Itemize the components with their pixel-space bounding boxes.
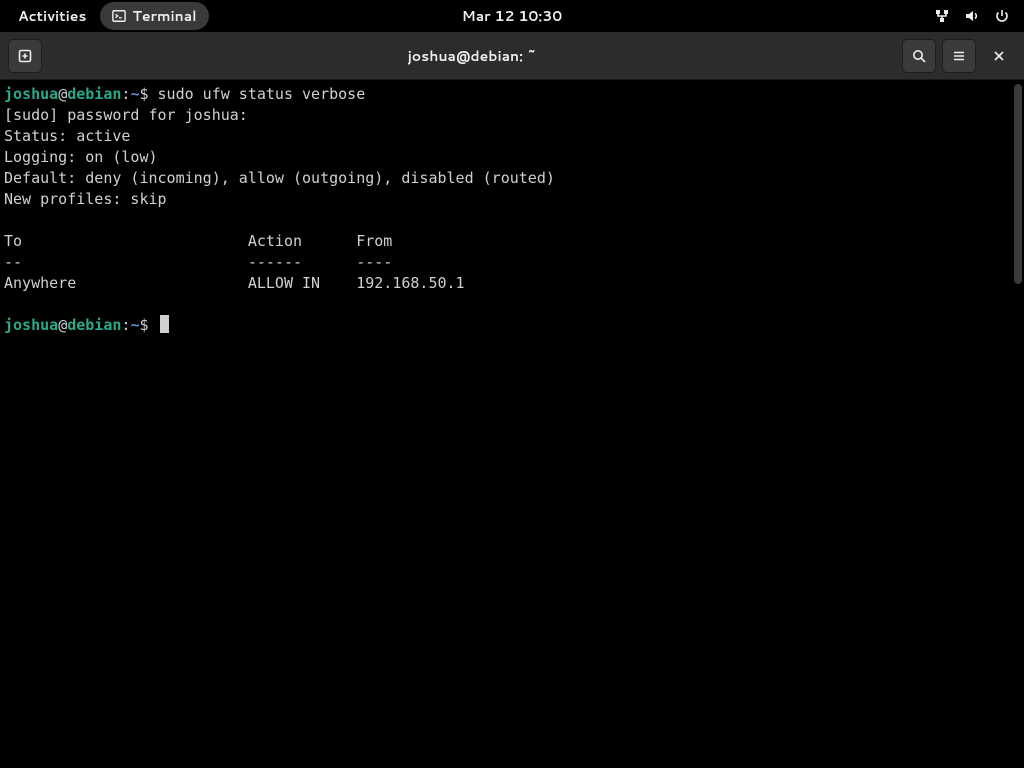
- terminal-window: joshua@debian: ~ joshua@debian:~$ sudo u…: [0, 32, 1024, 768]
- window-titlebar: joshua@debian: ~: [0, 32, 1024, 80]
- app-menu-label: Terminal: [132, 6, 196, 26]
- prompt-user: joshua: [4, 316, 58, 334]
- terminal-output[interactable]: joshua@debian:~$ sudo ufw status verbose…: [0, 80, 1024, 340]
- output-line: Status: active: [4, 127, 130, 145]
- clock-button[interactable]: Mar 12 10:30: [462, 6, 563, 26]
- search-button[interactable]: [902, 39, 936, 73]
- output-line: Default: deny (incoming), allow (outgoin…: [4, 169, 555, 187]
- scrollbar-thumb[interactable]: [1014, 84, 1022, 284]
- hamburger-menu-button[interactable]: [942, 39, 976, 73]
- output-line: New profiles: skip: [4, 190, 167, 208]
- close-window-button[interactable]: [982, 39, 1016, 73]
- activities-button[interactable]: Activities: [8, 2, 96, 30]
- system-status-area[interactable]: [934, 8, 1016, 24]
- output-line: -- ------ ----: [4, 253, 392, 271]
- terminal-viewport[interactable]: joshua@debian:~$ sudo ufw status verbose…: [0, 80, 1024, 768]
- prompt-user: joshua: [4, 85, 58, 103]
- power-icon[interactable]: [994, 8, 1010, 24]
- terminal-icon: [112, 9, 126, 23]
- volume-icon[interactable]: [964, 8, 980, 24]
- output-line: [sudo] password for joshua:: [4, 106, 257, 124]
- new-tab-button[interactable]: [8, 39, 42, 73]
- output-line: Anywhere ALLOW IN 192.168.50.1: [4, 274, 600, 292]
- network-icon[interactable]: [934, 8, 950, 24]
- output-line: Logging: on (low): [4, 148, 158, 166]
- prompt-host: debian: [67, 316, 121, 334]
- window-title: joshua@debian: ~: [48, 46, 896, 66]
- output-line: To Action From: [4, 232, 392, 250]
- cursor: [160, 315, 169, 333]
- prompt-host: debian: [67, 85, 121, 103]
- app-menu-button[interactable]: Terminal: [100, 2, 208, 30]
- gnome-topbar: Activities Terminal Mar 12 10:30: [0, 0, 1024, 32]
- command-text: sudo ufw status verbose: [158, 85, 366, 103]
